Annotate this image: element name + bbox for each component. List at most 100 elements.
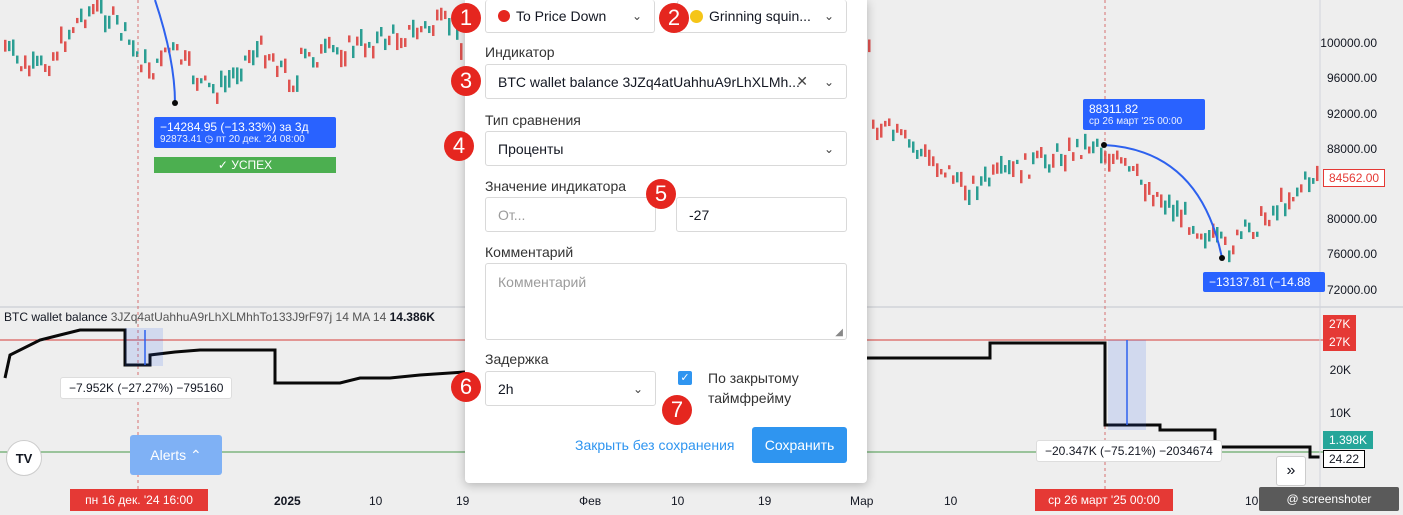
price-candle: [304, 48, 307, 59]
price-candle: [896, 123, 899, 133]
price-candle: [1256, 231, 1259, 237]
chevron-down-icon: ⌄: [823, 141, 834, 156]
save-button[interactable]: Сохранить: [752, 427, 847, 463]
y-axis-label: 100000.00: [1320, 36, 1377, 50]
price-candle: [1252, 231, 1255, 240]
price-candle: [1224, 236, 1227, 246]
tradingview-logo[interactable]: TV: [6, 440, 42, 476]
price-candle: [1184, 201, 1187, 215]
indicator-value-label: Значение индикатора: [485, 178, 627, 194]
resize-handle-icon[interactable]: ◢: [835, 327, 843, 338]
price-candle: [328, 36, 331, 49]
step-badge-2: 2: [659, 3, 689, 33]
price-candle: [968, 189, 971, 205]
price-candle: [1172, 204, 1175, 222]
price-candle: [108, 15, 111, 29]
price-candle: [1168, 194, 1171, 208]
trade-callout-right-bottom: −13137.81 (−14.88: [1203, 272, 1325, 292]
price-candle: [140, 64, 143, 73]
trade-callout-left: −14284.95 (−13.33%) за 3д 92873.41 ◷ пт …: [154, 117, 336, 148]
price-candle: [960, 171, 963, 187]
price-candle: [384, 38, 387, 51]
x-axis-label: 10: [1245, 494, 1259, 508]
indicator-label: Индикатор: [485, 44, 555, 60]
closed-timeframe-label[interactable]: По закрытому таймфрейму: [708, 368, 828, 408]
price-candle: [52, 52, 55, 61]
price-candle: [156, 58, 159, 63]
price-candle: [176, 44, 179, 51]
price-candle: [312, 57, 315, 68]
price-candle: [940, 168, 943, 175]
price-candle: [368, 41, 371, 48]
price-candle: [1208, 230, 1211, 242]
price-candle: [1088, 146, 1091, 154]
price-candle: [388, 35, 391, 46]
x-cursor-label-right: ср 26 март '25 00:00: [1035, 489, 1173, 511]
price-candle: [964, 185, 967, 201]
price-candle: [436, 9, 439, 21]
price-candle: [1152, 194, 1155, 207]
indicator-select[interactable]: BTC wallet balance 3JZq4atUahhuA9rLhXLMh…: [485, 64, 847, 99]
x-axis-label: 2025: [274, 494, 301, 508]
price-candle: [252, 50, 255, 66]
price-candle: [1228, 250, 1231, 263]
scroll-right-button[interactable]: »: [1276, 456, 1306, 486]
price-candle: [412, 19, 415, 38]
step-badge-3: 3: [451, 66, 481, 96]
close-without-save-button[interactable]: Закрыть без сохранения: [575, 437, 734, 453]
measure-pill-left: −7.952K (−27.27%) −795160: [60, 377, 233, 399]
price-candle: [72, 27, 75, 34]
price-candle: [984, 166, 987, 182]
price-candle: [980, 176, 983, 186]
price-candle: [132, 40, 135, 57]
condition-select[interactable]: To Price Down ⌄: [485, 0, 655, 33]
price-candle: [1260, 206, 1263, 216]
comment-textarea[interactable]: Комментарий ◢: [485, 263, 847, 340]
value-from-input[interactable]: От...: [485, 197, 656, 232]
price-candle: [340, 49, 343, 68]
price-candle: [892, 129, 895, 142]
price-candle: [876, 127, 879, 141]
price-candle: [1124, 157, 1127, 166]
price-candle: [104, 15, 107, 33]
indicator-value: 14.386K: [389, 310, 435, 324]
x-axis-label: 10: [944, 494, 958, 508]
price-candle: [96, 0, 99, 12]
callout-main: −14284.95 (−13.33%) за 3д: [160, 120, 309, 134]
price-candle: [1160, 194, 1163, 208]
price-candle: [1304, 171, 1307, 180]
price-candle: [868, 39, 871, 53]
price-candle: [360, 29, 363, 46]
price-candle: [1240, 231, 1243, 240]
price-candle: [1092, 141, 1095, 154]
value-to-text: -27: [689, 206, 710, 223]
x-axis-label: Фев: [579, 494, 602, 508]
price-candle: [1176, 200, 1179, 217]
price-candle: [1116, 150, 1119, 160]
price-candle: [284, 58, 287, 73]
price-candle: [1248, 222, 1251, 233]
alerts-button[interactable]: Alerts ⌃: [130, 435, 222, 475]
price-candle: [1292, 197, 1295, 202]
price-candle: [172, 42, 175, 51]
price-candle: [948, 165, 951, 170]
price-candle: [1140, 179, 1143, 185]
delay-select[interactable]: 2h ⌄: [485, 371, 656, 406]
price-candle: [1012, 161, 1015, 178]
value-to-input[interactable]: -27: [676, 197, 847, 232]
price-candle: [1000, 155, 1003, 174]
clear-icon[interactable]: ✕: [796, 73, 808, 90]
price-candle: [292, 85, 295, 93]
price-candle: [296, 75, 299, 92]
emoji-select[interactable]: Grinning squin... ⌄: [677, 0, 847, 33]
price-candle: [1064, 154, 1067, 172]
price-candle: [1056, 143, 1059, 152]
x-axis-label: 10: [369, 494, 383, 508]
price-candle: [120, 32, 123, 41]
price-candle: [1312, 178, 1315, 184]
closed-timeframe-checkbox[interactable]: ✓: [678, 371, 692, 385]
price-candle: [1288, 192, 1291, 210]
step-badge-7: 7: [662, 395, 692, 425]
compare-type-select[interactable]: Проценты ⌄: [485, 131, 847, 166]
price-candle: [200, 78, 203, 84]
